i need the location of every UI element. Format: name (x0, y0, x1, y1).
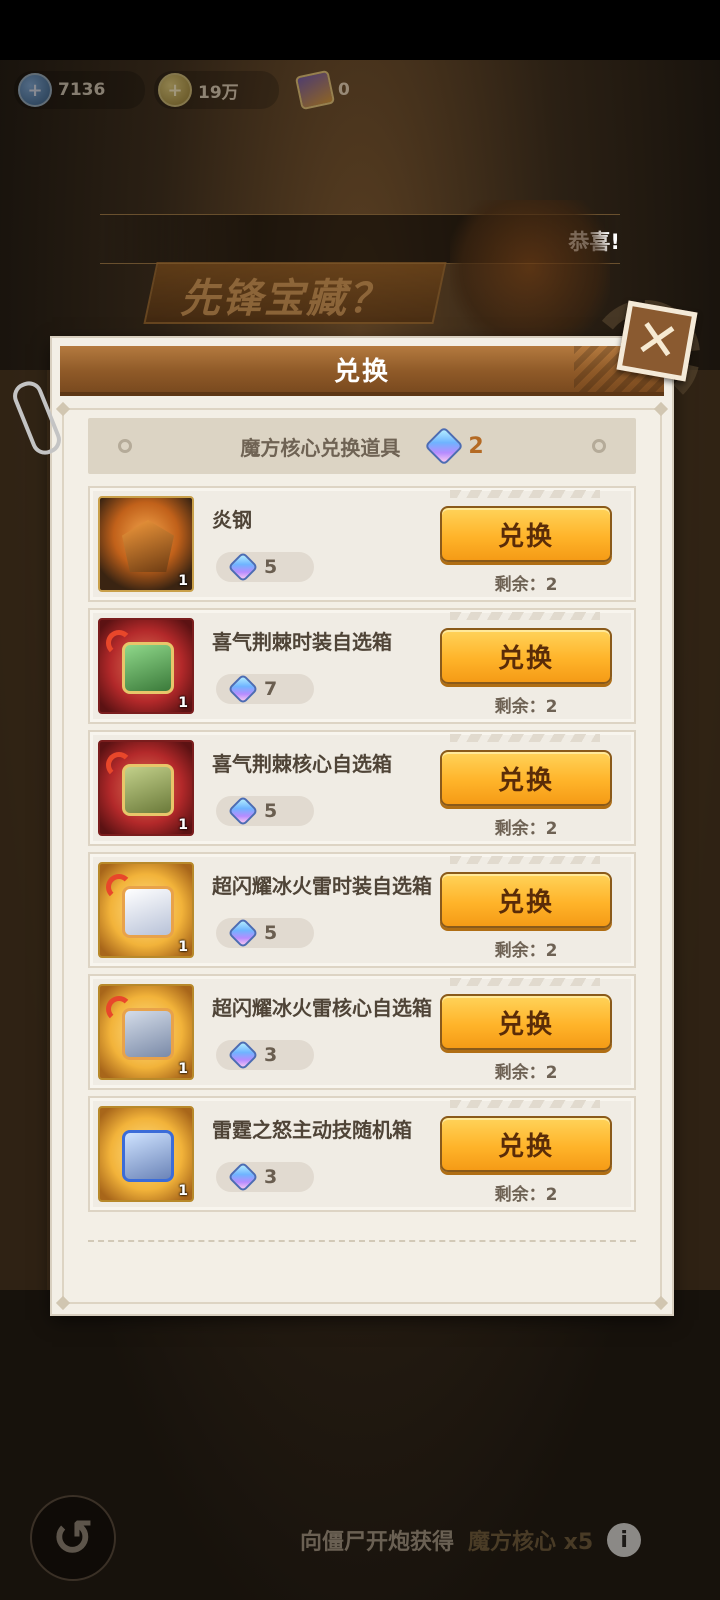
item-cost-value: 5 (264, 800, 278, 822)
item-thumbnail[interactable]: 1 (98, 740, 194, 836)
item-cost-value: 5 (264, 556, 278, 578)
remaining-count: 剩余：2 (494, 1185, 558, 1205)
remaining-count: 剩余：2 (494, 941, 558, 961)
item-name: 雷霆之怒主动技随机箱 (212, 1118, 412, 1142)
item-cost: 7 (216, 673, 314, 705)
info-icon[interactable]: i (607, 1523, 642, 1557)
arrow-icon (106, 996, 132, 1022)
item-cost-value: 7 (264, 678, 278, 700)
item-row: 1 超闪耀冰火雷时装自选箱 5 兑换 剩余：2 (88, 852, 636, 968)
remaining-count: 剩余：2 (494, 697, 558, 717)
background-banner-title: 先锋宝藏？ (180, 276, 390, 322)
item-cost: 5 (216, 551, 314, 583)
item-quantity: 1 (178, 817, 188, 833)
exchange-button[interactable]: 兑换 (440, 872, 612, 928)
item-thumbnail[interactable]: 1 (98, 618, 194, 714)
item-thumbnail[interactable]: 1 (98, 496, 194, 592)
item-cost: 3 (216, 1161, 314, 1193)
close-icon: ✕ (630, 307, 684, 375)
item-row: 1 喜气荆棘核心自选箱 5 兑换 剩余：2 (88, 730, 636, 846)
item-cost: 5 (216, 795, 314, 827)
magic-cube-icon (227, 795, 259, 827)
item-list: 1 炎钢 5 兑换 剩余：2 1 喜气荆棘时装自选箱 7 兑换 剩余：2 1 喜… (88, 486, 636, 1218)
magic-cube-icon (227, 673, 259, 705)
item-thumbnail[interactable]: 1 (98, 1106, 194, 1202)
coin-plus-icon: + (158, 73, 192, 107)
item-quantity: 1 (178, 695, 188, 711)
close-button[interactable]: ✕ (616, 300, 698, 382)
item-name: 炎钢 (212, 508, 252, 532)
card-icon (294, 69, 336, 111)
remaining-count: 剩余：2 (494, 1063, 558, 1083)
exchange-button[interactable]: 兑换 (440, 750, 612, 806)
diamond-plus-icon: + (18, 73, 52, 107)
header-ornament (592, 439, 606, 453)
exchange-button[interactable]: 兑换 (440, 1116, 612, 1172)
lightning-chest-icon (122, 1130, 174, 1182)
dialog-title-bar: 兑换 (60, 346, 664, 396)
exchange-button[interactable]: 兑换 (440, 994, 612, 1050)
magic-cube-icon (424, 426, 465, 466)
hint-accent: 魔方核心 x5 (468, 1530, 594, 1555)
exchange-button[interactable]: 兑换 (440, 506, 612, 562)
header-text: 魔方核心兑换道具 (240, 435, 401, 460)
item-row: 1 喜气荆棘时装自选箱 7 兑换 剩余：2 (88, 608, 636, 724)
background-panel-left (0, 370, 50, 1290)
remaining-count: 剩余：2 (494, 575, 558, 595)
resource-card[interactable]: 0 (294, 69, 350, 111)
item-cost-value: 5 (264, 922, 278, 944)
item-quantity: 1 (178, 939, 188, 955)
back-button[interactable]: ↺ (30, 1495, 116, 1581)
magic-cube-icon (227, 1039, 259, 1071)
arrow-icon (106, 630, 132, 656)
item-name: 超闪耀冰火雷核心自选箱 (212, 996, 432, 1020)
status-bar (0, 0, 720, 60)
magic-cube-icon (227, 1161, 259, 1193)
remaining-count: 剩余：2 (494, 819, 558, 839)
resource-coin-value: 19万 (198, 82, 239, 103)
exchange-button[interactable]: 兑换 (440, 628, 612, 684)
magic-cube-icon (227, 917, 259, 949)
list-end-divider (88, 1240, 636, 1242)
item-row: 1 炎钢 5 兑换 剩余：2 (88, 486, 636, 602)
mech-icon (122, 520, 174, 572)
item-thumbnail[interactable]: 1 (98, 984, 194, 1080)
item-name: 喜气荆棘核心自选箱 (212, 752, 392, 776)
item-row: 1 雷霆之怒主动技随机箱 3 兑换 剩余：2 (88, 1096, 636, 1212)
header-ornament (118, 439, 132, 453)
back-arrow-icon: ↺ (52, 1509, 94, 1567)
item-thumbnail[interactable]: 1 (98, 862, 194, 958)
currency-header: 魔方核心兑换道具 2 (88, 418, 636, 474)
exchange-dialog: 兑换 ✕ 魔方核心兑换道具 2 1 炎钢 5 兑换 剩余：2 1 喜气荆棘时装自… (8, 300, 698, 1314)
item-quantity: 1 (178, 1061, 188, 1077)
background-panel-right (670, 370, 720, 1290)
resource-diamond-value: 7136 (58, 80, 106, 100)
arrow-icon (106, 752, 132, 778)
dialog-title: 兑换 (333, 356, 390, 387)
hint-bar: 向僵尸开炮获得 魔方核心 x5 i (300, 1518, 642, 1562)
hint-text: 向僵尸开炮获得 (300, 1530, 455, 1555)
cube-count: 2 (468, 433, 484, 459)
resource-diamond[interactable]: + 7136 (14, 70, 146, 110)
resource-coin[interactable]: + 19万 (154, 70, 279, 110)
item-cost: 5 (216, 917, 314, 949)
item-row: 1 超闪耀冰火雷核心自选箱 3 兑换 剩余：2 (88, 974, 636, 1090)
item-name: 超闪耀冰火雷时装自选箱 (212, 874, 432, 898)
item-cost: 3 (216, 1039, 314, 1071)
item-quantity: 1 (178, 573, 188, 589)
arrow-icon (106, 874, 132, 900)
item-name: 喜气荆棘时装自选箱 (212, 630, 392, 654)
magic-cube-icon (227, 551, 259, 583)
hero-character (450, 200, 610, 350)
item-cost-value: 3 (264, 1044, 278, 1066)
item-quantity: 1 (178, 1183, 188, 1199)
resource-card-value: 0 (338, 80, 350, 100)
item-cost-value: 3 (264, 1166, 278, 1188)
